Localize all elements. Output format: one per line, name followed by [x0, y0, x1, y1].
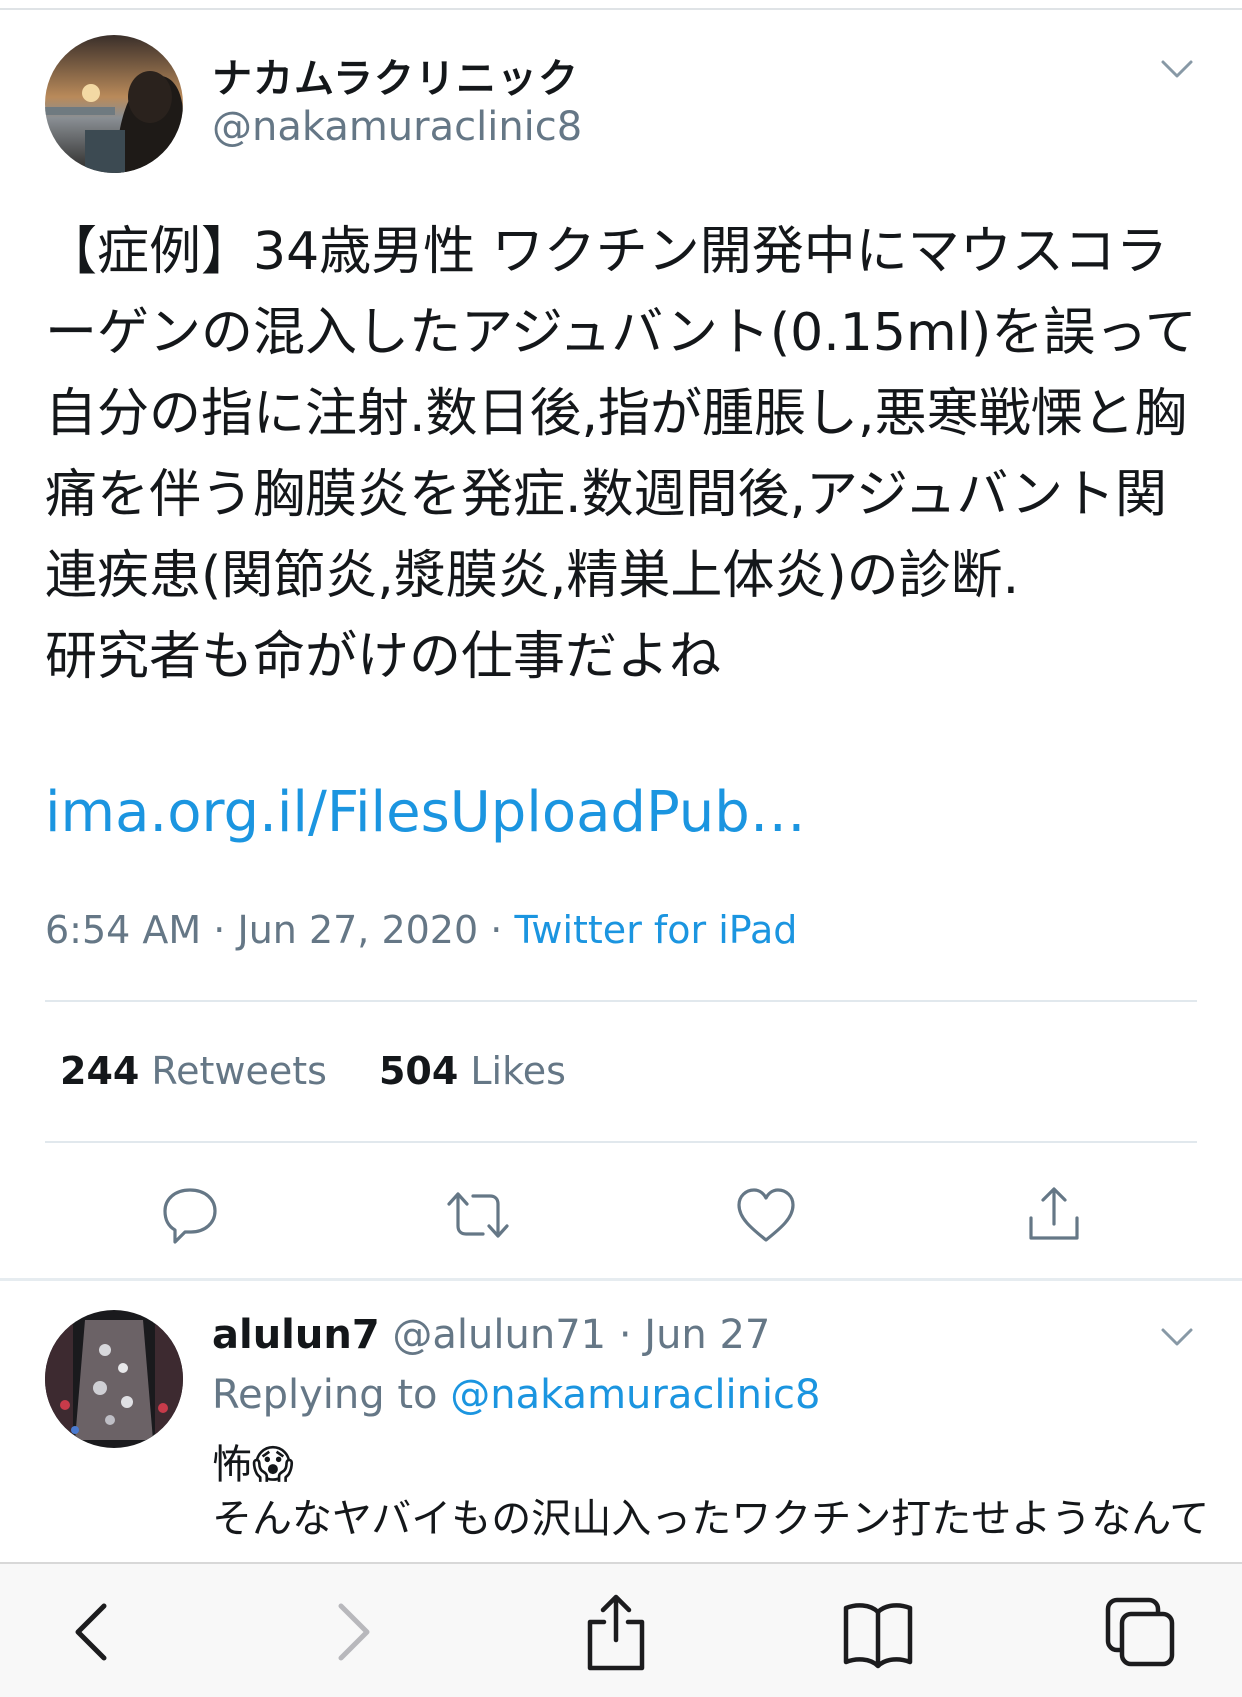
replying-mention-link[interactable]: @nakamuraclinic8 — [450, 1372, 820, 1418]
tweet-menu-chevron-icon[interactable] — [1160, 58, 1194, 80]
likes-label: Likes — [470, 1049, 566, 1093]
retweets-stat[interactable]: 244 Retweets — [60, 1049, 327, 1093]
likes-stat[interactable]: 504 Likes — [379, 1049, 566, 1093]
back-icon[interactable] — [52, 1592, 132, 1672]
share-icon[interactable] — [576, 1592, 656, 1672]
replying-to: Replying to @nakamuraclinic8 — [212, 1372, 820, 1418]
retweets-count: 244 — [60, 1049, 140, 1093]
reply-date: Jun 27 — [644, 1312, 771, 1358]
divider — [45, 1141, 1197, 1143]
divider — [45, 1000, 1197, 1002]
reply-text-line-2: そんなヤバイもの沢山入ったワクチン打たせようなんて — [212, 1496, 1210, 1542]
like-icon[interactable] — [731, 1180, 801, 1250]
section-divider — [0, 1278, 1242, 1281]
tweet-metadata: 6:54 AM · Jun 27, 2020 · Twitter for iPa… — [45, 908, 797, 952]
reply-header: alulun7 @alulun71 · Jun 27 — [212, 1312, 770, 1358]
reply-icon[interactable] — [155, 1180, 225, 1250]
reply-menu-chevron-icon[interactable] — [1160, 1326, 1194, 1348]
top-divider — [0, 8, 1242, 10]
reply-text-line-1: 怖😱 — [212, 1442, 294, 1488]
engagement-stats: 244 Retweets 504 Likes — [60, 1049, 566, 1093]
replying-label: Replying to — [212, 1372, 438, 1418]
tweet-text: 【症例】34歳男性 ワクチン開発中にマウスコラーゲンの混入したアジュバント(0.… — [45, 222, 1197, 687]
reply-author-avatar[interactable] — [45, 1310, 183, 1448]
bookmarks-icon[interactable] — [838, 1592, 918, 1672]
tweet-link[interactable]: ima.org.il/FilesUploadPub… — [45, 780, 806, 845]
forward-icon[interactable] — [313, 1592, 393, 1672]
meta-separator: · — [213, 908, 226, 952]
author-display-name[interactable]: ナカムラクリニック — [212, 46, 579, 104]
retweets-label: Retweets — [151, 1049, 327, 1093]
browser-toolbar — [0, 1562, 1242, 1697]
tweet-date: Jun 27, 2020 — [237, 908, 479, 952]
tweet-source-link[interactable]: Twitter for iPad — [514, 908, 797, 952]
tabs-icon[interactable] — [1100, 1592, 1180, 1672]
author-avatar[interactable] — [45, 35, 183, 173]
author-handle[interactable]: @nakamuraclinic8 — [212, 104, 582, 150]
meta-separator: · — [490, 908, 503, 952]
reply-author-handle[interactable]: @alulun71 — [392, 1312, 606, 1358]
likes-count: 504 — [378, 1049, 459, 1093]
tweet-detail-page: ナカムラクリニック @nakamuraclinic8 【症例】34歳男性 ワクチ… — [0, 0, 1242, 1697]
tweet-time: 6:54 AM — [45, 908, 202, 952]
share-icon[interactable] — [1019, 1180, 1089, 1250]
reply-separator: · — [618, 1312, 632, 1358]
retweet-icon[interactable] — [443, 1180, 513, 1250]
reply-author-display-name[interactable]: alulun7 — [212, 1312, 380, 1358]
